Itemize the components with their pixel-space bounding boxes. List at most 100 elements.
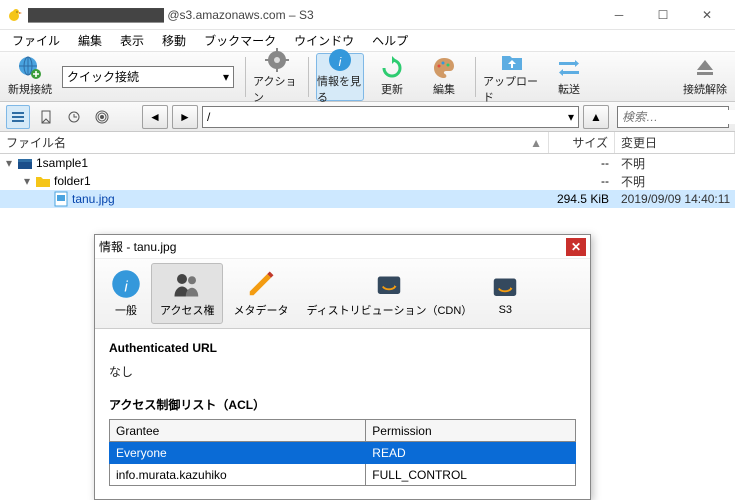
- disclosure-open-icon[interactable]: ▾: [4, 156, 14, 170]
- file-size: 294.5 KiB: [549, 192, 615, 206]
- cell-permission: READ: [366, 442, 576, 464]
- list-item[interactable]: ▾ 1sample1 -- 不明: [0, 154, 735, 172]
- svg-text:i: i: [339, 55, 342, 69]
- disconnect-label: 接続解除: [683, 81, 727, 97]
- tab-general-label: 一般: [115, 302, 137, 318]
- dialog-body: Authenticated URL なし アクセス制御リスト（ACL） Gran…: [95, 329, 590, 496]
- action-button[interactable]: アクション: [253, 53, 301, 101]
- bucket-icon: [17, 155, 33, 171]
- globe-plus-icon: [18, 56, 42, 80]
- transfer-button[interactable]: 転送: [545, 53, 593, 101]
- file-name: tanu.jpg: [72, 192, 115, 206]
- menu-file[interactable]: ファイル: [4, 30, 68, 51]
- quick-connect-dropdown[interactable]: クイック接続 ▾: [62, 66, 234, 88]
- tab-permissions-label: アクセス権: [160, 302, 214, 318]
- auth-url-heading: Authenticated URL: [109, 341, 576, 355]
- list-item[interactable]: tanu.jpg 294.5 KiB 2019/09/09 14:40:11: [0, 190, 735, 208]
- dialog-close-button[interactable]: ✕: [566, 238, 586, 256]
- app-icon: [6, 7, 22, 23]
- menu-edit[interactable]: 編集: [70, 30, 110, 51]
- new-connection-label: 新規接続: [8, 81, 52, 97]
- file-name: folder1: [54, 174, 91, 188]
- menubar: ファイル 編集 表示 移動 ブックマーク ウインドウ ヘルプ: [0, 30, 735, 52]
- transfer-label: 転送: [558, 81, 580, 97]
- window-minimize-button[interactable]: ─: [597, 1, 641, 29]
- auth-url-value: なし: [109, 363, 576, 380]
- tab-general[interactable]: i 一般: [103, 263, 149, 324]
- menu-view[interactable]: 表示: [112, 30, 152, 51]
- history-button[interactable]: [62, 105, 86, 129]
- titlebar: ████████████████ @s3.amazonaws.com – S3 …: [0, 0, 735, 30]
- palette-icon: [432, 56, 456, 80]
- bonjour-button[interactable]: [90, 105, 114, 129]
- col-grantee[interactable]: Grantee: [110, 420, 366, 442]
- column-modified[interactable]: 変更日: [615, 132, 735, 153]
- cell-permission: FULL_CONTROL: [366, 464, 576, 486]
- list-item[interactable]: ▾ folder1 -- 不明: [0, 172, 735, 190]
- secondary-toolbar: ◄ ► / ▾ ▲ 🔍: [0, 102, 735, 132]
- table-row[interactable]: info.murata.kazuhiko FULL_CONTROL: [110, 464, 576, 486]
- table-row[interactable]: Everyone READ: [110, 442, 576, 464]
- info-icon: i: [328, 48, 352, 72]
- upload-label: アップロード: [483, 73, 541, 105]
- separator: [308, 57, 309, 97]
- tab-s3[interactable]: S3: [482, 263, 528, 324]
- menu-go[interactable]: 移動: [154, 30, 194, 51]
- nav-back-button[interactable]: ◄: [142, 105, 168, 129]
- info-button[interactable]: i 情報を見る: [316, 53, 364, 101]
- image-file-icon: [53, 191, 69, 207]
- info-label: 情報を見る: [317, 73, 363, 105]
- tab-permissions[interactable]: アクセス権: [151, 263, 223, 324]
- aws-box-icon: [490, 271, 520, 301]
- disconnect-button[interactable]: 接続解除: [681, 53, 729, 101]
- tab-s3-label: S3: [499, 304, 512, 316]
- dialog-titlebar: 情報 - tanu.jpg ✕: [95, 235, 590, 259]
- pencil-icon: [246, 269, 276, 299]
- tab-metadata-label: メタデータ: [233, 302, 288, 318]
- aws-box-icon: [374, 269, 404, 299]
- edit-button[interactable]: 編集: [420, 53, 468, 101]
- tab-metadata[interactable]: メタデータ: [225, 263, 296, 324]
- search-input[interactable]: [622, 110, 735, 124]
- tab-cdn[interactable]: ディストリビューション（CDN）: [298, 263, 480, 324]
- table-header-row: Grantee Permission: [110, 420, 576, 442]
- upload-button[interactable]: アップロード: [483, 53, 541, 101]
- menu-help[interactable]: ヘルプ: [364, 30, 416, 51]
- tab-cdn-label: ディストリビューション（CDN）: [306, 302, 472, 318]
- acl-heading: アクセス制御リスト（ACL）: [109, 396, 576, 413]
- nav-up-button[interactable]: ▲: [583, 105, 609, 129]
- separator: [245, 57, 246, 97]
- window-close-button[interactable]: ✕: [685, 1, 729, 29]
- action-label: アクション: [253, 73, 301, 105]
- column-headers: ファイル名▲ サイズ 変更日: [0, 132, 735, 154]
- refresh-label: 更新: [381, 81, 403, 97]
- file-modified: 不明: [615, 155, 735, 172]
- file-size: --: [549, 156, 615, 170]
- bookmark-button[interactable]: [34, 105, 58, 129]
- new-connection-button[interactable]: 新規接続: [6, 53, 54, 101]
- col-permission[interactable]: Permission: [366, 420, 576, 442]
- gear-icon: [265, 48, 289, 72]
- search-box[interactable]: 🔍: [617, 106, 729, 128]
- nav-forward-button[interactable]: ►: [172, 105, 198, 129]
- folder-icon: [35, 173, 51, 189]
- list-view-button[interactable]: [6, 105, 30, 129]
- upload-icon: [500, 48, 524, 72]
- transfer-icon: [557, 56, 581, 80]
- file-list: ▾ 1sample1 -- 不明 ▾ folder1 -- 不明 tanu.jp…: [0, 154, 735, 208]
- chevron-down-icon: ▾: [568, 110, 574, 124]
- file-modified: 2019/09/09 14:40:11: [615, 192, 735, 206]
- eject-icon: [693, 56, 717, 80]
- disclosure-open-icon[interactable]: ▾: [22, 174, 32, 188]
- file-size: --: [549, 174, 615, 188]
- path-dropdown[interactable]: / ▾: [202, 106, 579, 128]
- info-dialog: 情報 - tanu.jpg ✕ i 一般 アクセス権 メタデータ ディストリビュ…: [94, 234, 591, 500]
- edit-label: 編集: [433, 81, 455, 97]
- column-size[interactable]: サイズ: [549, 132, 615, 153]
- refresh-button[interactable]: 更新: [368, 53, 416, 101]
- column-name[interactable]: ファイル名▲: [0, 132, 549, 153]
- refresh-icon: [380, 56, 404, 80]
- file-name: 1sample1: [36, 156, 88, 170]
- window-maximize-button[interactable]: ☐: [641, 1, 685, 29]
- chevron-down-icon: ▾: [223, 70, 229, 84]
